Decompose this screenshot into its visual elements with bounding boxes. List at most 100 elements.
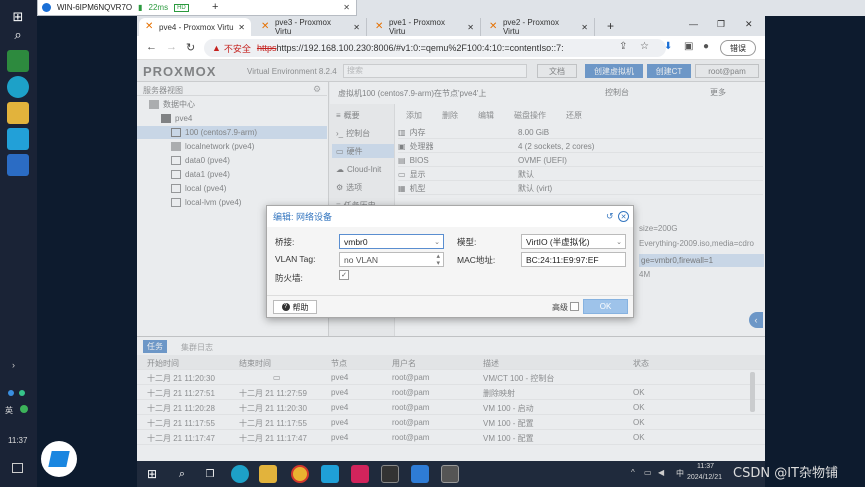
proxmox-icon: ✕: [489, 21, 498, 32]
tab-pve2[interactable]: ✕ pve2 - Proxmox Virtu ✕: [483, 18, 595, 36]
edge-icon[interactable]: [231, 465, 249, 483]
browser-tab-strip: ✕ pve4 - Proxmox Virtu ✕ ✕ pve3 - Proxmo…: [137, 16, 765, 36]
tab-pve4[interactable]: ✕ pve4 - Proxmox Virtu ✕: [139, 18, 251, 36]
tray-icons: [8, 388, 30, 396]
signal-icon: ▮: [138, 3, 143, 12]
vlan-tag-field[interactable]: no VLAN ▴ ▾: [339, 252, 444, 267]
stepper-icon[interactable]: ▴ ▾: [436, 253, 440, 267]
minimize-icon[interactable]: —: [689, 19, 698, 29]
advanced-label: 高级: [552, 303, 568, 312]
model-value: VirtIO (半虚拟化): [526, 236, 590, 247]
tray-chevron-icon[interactable]: ^: [631, 468, 635, 477]
search-icon[interactable]: ⌕: [173, 465, 191, 483]
advanced-checkbox[interactable]: [570, 302, 579, 311]
vlan-value: no VLAN: [344, 254, 379, 265]
chevron-up-icon[interactable]: ›: [12, 360, 15, 370]
dialog-close-icon[interactable]: ✕: [618, 211, 629, 222]
windows-taskbar: ⊞ ⌕ ❒ ^ ▭ ◀ 中 11:37 2024/12/21: [137, 461, 765, 487]
terminal-icon[interactable]: [381, 465, 399, 483]
url-field[interactable]: ▲ 不安全 https https://192.168.100.230:8006…: [204, 39, 666, 57]
help-label: 帮助: [292, 302, 309, 312]
url-text: https://192.168.100.230:8006/#v1:0:=qemu…: [276, 43, 564, 53]
mac-address-field[interactable]: BC:24:11:E9:97:EF: [521, 252, 626, 267]
profile-icon[interactable]: ●: [703, 41, 709, 52]
dialog-footer: ? 帮助 高级 OK: [267, 295, 633, 318]
wechat-icon[interactable]: [20, 405, 28, 413]
star-icon[interactable]: ☆: [640, 41, 649, 52]
task-view-icon[interactable]: ❒: [201, 465, 219, 483]
url-scheme: https: [256, 43, 277, 53]
remote-app-icon[interactable]: [321, 465, 339, 483]
warning-icon: ▲: [212, 43, 221, 53]
host-clock: 11:37: [8, 436, 28, 445]
bridge-select[interactable]: vmbr0 ⌄: [339, 234, 444, 249]
tab-label: pve1 - Proxmox Virtu: [388, 18, 445, 36]
tab-label: pve3 - Proxmox Virtu: [274, 18, 331, 36]
error-button[interactable]: 错误: [720, 40, 756, 56]
close-tab-icon[interactable]: ✕: [353, 23, 360, 32]
new-remote-tab-button[interactable]: +: [212, 1, 218, 13]
remote-machine-name: WIN-6IPM6NQVR7O: [57, 3, 133, 12]
proxmox-icon: ✕: [375, 21, 384, 32]
back-icon[interactable]: ←: [146, 41, 157, 53]
network-icon[interactable]: ▭: [644, 468, 652, 477]
app-icon[interactable]: [351, 465, 369, 483]
new-tab-button[interactable]: +: [607, 19, 614, 33]
sidebar-icon[interactable]: ▣: [684, 41, 693, 52]
mac-label: MAC地址:: [457, 255, 496, 265]
screen-icon[interactable]: [441, 465, 459, 483]
windows-start-icon[interactable]: ⊞: [143, 465, 161, 483]
chrome-icon[interactable]: [291, 465, 309, 483]
folder-icon[interactable]: [259, 465, 277, 483]
host-ime-label[interactable]: 英: [5, 405, 13, 416]
proxmox-icon: ✕: [145, 21, 154, 32]
ok-button[interactable]: OK: [583, 299, 628, 314]
proxmox-icon: ✕: [261, 21, 270, 32]
model-select[interactable]: VirtIO (半虚拟化) ⌄: [521, 234, 626, 249]
remote-app-icon[interactable]: [7, 128, 29, 150]
notification-icon[interactable]: [12, 463, 23, 473]
search-icon[interactable]: ⌕: [7, 24, 29, 46]
watermark: CSDN @IT杂物铺: [733, 466, 838, 481]
taskbar-time[interactable]: 11:37: [697, 463, 714, 470]
volume-icon[interactable]: ◀: [658, 468, 664, 477]
close-tab-icon[interactable]: ✕: [238, 23, 245, 32]
hd-badge: HD: [174, 3, 189, 12]
todesk-floating-icon[interactable]: [41, 441, 77, 477]
tab-label: pve4 - Proxmox Virtu: [159, 22, 234, 32]
insecure-label: 不安全: [223, 43, 251, 54]
model-label: 模型:: [457, 237, 477, 247]
close-tab-icon[interactable]: ✕: [581, 23, 588, 32]
tab-pve3[interactable]: ✕ pve3 - Proxmox Virtu ✕: [255, 18, 367, 36]
firewall-checkbox[interactable]: ✓: [339, 270, 349, 280]
close-icon[interactable]: ✕: [343, 3, 350, 12]
reset-icon[interactable]: ↺: [606, 211, 614, 222]
word-icon[interactable]: [7, 154, 29, 176]
edge-icon[interactable]: [7, 76, 29, 98]
host-sidebar: ⊞ ⌕ › 英 11:37: [0, 0, 37, 487]
app-icon[interactable]: [7, 50, 29, 72]
tab-pve1[interactable]: ✕ pve1 - Proxmox Virtu ✕: [369, 18, 481, 36]
firewall-label: 防火墙:: [275, 273, 303, 283]
tab-label: pve2 - Proxmox Virtu: [502, 18, 559, 36]
download-icon[interactable]: ⬇: [664, 41, 672, 52]
forward-icon[interactable]: →: [166, 41, 177, 53]
dialog-title: 编辑: 网络设备: [267, 206, 633, 227]
help-button[interactable]: ? 帮助: [273, 300, 317, 314]
ime-label[interactable]: 中: [676, 468, 684, 479]
todesk-icon[interactable]: [411, 465, 429, 483]
reload-icon[interactable]: ↻: [186, 41, 195, 54]
maximize-icon[interactable]: ❐: [717, 19, 725, 30]
vlan-label: VLAN Tag:: [275, 254, 316, 264]
close-tab-icon[interactable]: ✕: [467, 23, 474, 32]
share-icon[interactable]: ⇪: [619, 41, 627, 52]
remote-logo-icon: [42, 3, 51, 12]
network-device-dialog: 编辑: 网络设备 ↺ ✕ 桥接: vmbr0 ⌄ VLAN Tag: no VL…: [266, 205, 634, 318]
chevron-down-icon: ⌄: [616, 239, 622, 246]
remote-session-tab[interactable]: WIN-6IPM6NQVR7O ▮ 22ms HD ✕: [37, 0, 357, 16]
folder-icon[interactable]: [7, 102, 29, 124]
window-close-icon[interactable]: ✕: [745, 19, 753, 30]
dialog-title-text: 编辑: 网络设备: [273, 212, 333, 222]
bridge-label: 桥接:: [275, 237, 295, 247]
taskbar-date[interactable]: 2024/12/21: [687, 474, 722, 481]
